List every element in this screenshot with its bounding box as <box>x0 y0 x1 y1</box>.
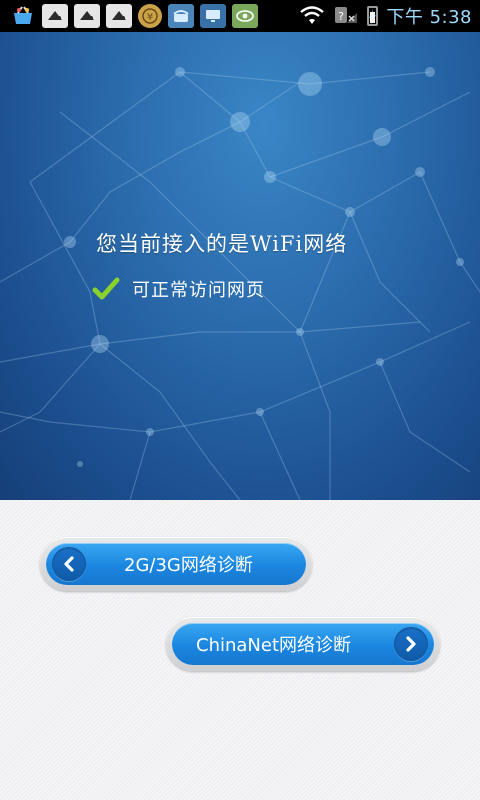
no-signal-icon: ? <box>335 7 358 23</box>
2g3g-diagnosis-button[interactable]: 2G/3G网络诊断 <box>40 537 312 591</box>
connection-status-panel: 您当前接入的是WiFi网络 可正常访问网页 <box>0 32 480 500</box>
gamepad-icon <box>106 4 132 28</box>
svg-text:¥: ¥ <box>147 12 153 23</box>
notification-icons: ¥ <box>10 3 258 29</box>
status-bar: ¥ ? 下午 5:38 <box>0 0 480 32</box>
svg-text:?: ? <box>338 10 344 23</box>
chevron-right-icon <box>394 627 428 661</box>
chinanet-diagnosis-pill[interactable]: ChinaNet网络诊断 <box>172 623 434 665</box>
check-icon <box>92 277 120 300</box>
2g3g-diagnosis-label: 2G/3G网络诊断 <box>124 555 253 576</box>
chinanet-diagnosis-label: ChinaNet网络诊断 <box>196 635 352 656</box>
coin-icon: ¥ <box>138 4 162 28</box>
monitor-icon <box>200 4 226 28</box>
access-status: 可正常访问网页 <box>92 276 265 302</box>
clock-time: 下午 5:38 <box>386 7 472 28</box>
system-status: ? 下午 5:38 <box>299 0 472 32</box>
gamepad-icon <box>42 4 68 28</box>
wifi-icon <box>300 6 325 24</box>
eye-icon <box>232 4 258 28</box>
gamepad-icon <box>74 4 100 28</box>
chevron-left-icon <box>52 547 86 581</box>
phone-icon <box>168 4 194 28</box>
2g3g-diagnosis-pill[interactable]: 2G/3G网络诊断 <box>46 543 306 585</box>
network-pattern-background <box>0 67 480 500</box>
basket-icon <box>10 4 36 28</box>
connection-title: 您当前接入的是WiFi网络 <box>96 232 348 256</box>
chinanet-diagnosis-button[interactable]: ChinaNet网络诊断 <box>166 617 440 671</box>
battery-charging-icon <box>367 6 379 26</box>
access-status-text: 可正常访问网页 <box>132 280 265 301</box>
